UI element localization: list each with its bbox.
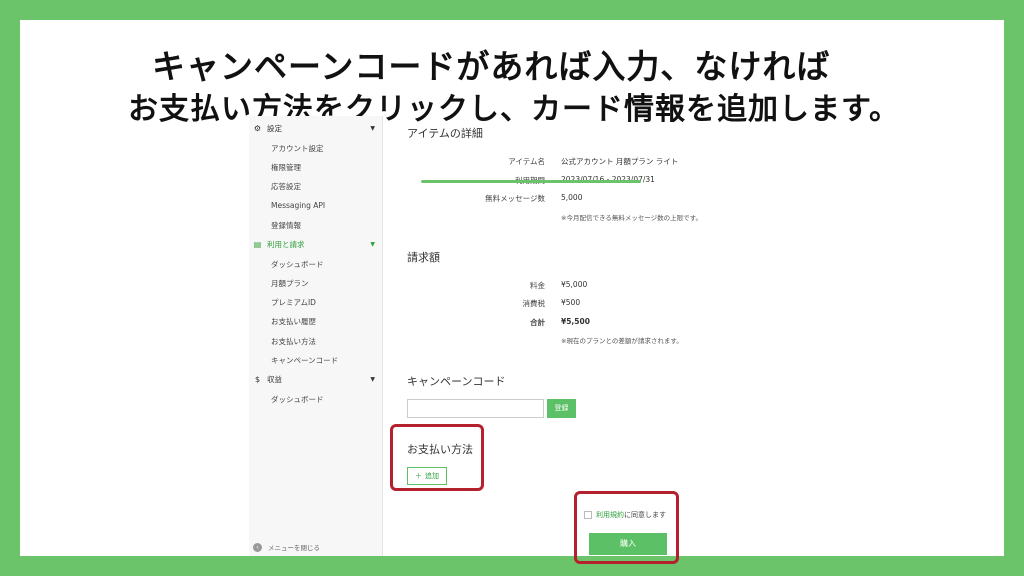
sidebar-item-registration-info[interactable]: 登録情報 [271,220,301,231]
collapse-menu[interactable]: ‹ メニューを閉じる [253,542,320,552]
item-name-value: 公式アカウント 月額プラン ライト [561,157,679,166]
billing-note: ※現在のプランとの差額が請求されます。 [561,337,683,345]
campaign-code-title: キャンペーンコード [407,375,506,388]
billing-amount-title: 請求額 [407,251,440,264]
sidebar-item-monthly-plan[interactable]: 月額プラン [271,278,309,289]
sidebar-section-revenue[interactable]: $ 収益 ▼ [253,374,375,385]
headline-line-1: キャンペーンコードがあれば入力、なければ [152,47,831,86]
free-messages-label: 無料メッセージ数 [485,194,545,203]
free-messages-value: 5,000 [561,193,583,202]
sidebar-item-messaging-api[interactable]: Messaging API [271,201,325,210]
highlight-payment-method [390,424,484,491]
dollar-icon: $ [254,375,261,384]
sidebar-item-permissions[interactable]: 権限管理 [271,162,301,173]
total-label: 合計 [530,318,545,327]
campaign-code-input[interactable] [407,399,544,418]
fee-value: ¥5,000 [561,280,588,289]
gear-icon: ⚙ [253,124,262,133]
chevron-left-icon: ‹ [253,542,262,552]
sidebar-item-campaign-code[interactable]: キャンペーンコード [271,355,338,366]
tax-label: 消費税 [522,299,546,308]
caret-down-icon: ▼ [370,376,375,383]
sidebar: ⚙ 設定 ▼ アカウント設定 権限管理 応答設定 Messaging API 登… [249,116,383,556]
sidebar-section-settings[interactable]: ⚙ 設定 ▼ [253,123,375,134]
sidebar-item-payment-history[interactable]: お支払い履歴 [271,316,316,327]
register-button[interactable]: 登録 [547,399,576,418]
caret-down-icon: ▼ [370,125,375,132]
green-underline [421,180,641,183]
item-name-label: アイテム名 [508,157,545,166]
tax-value: ¥500 [561,298,581,307]
total-value: ¥5,500 [561,317,590,326]
screenshot: ⚙ 設定 ▼ アカウント設定 権限管理 応答設定 Messaging API 登… [249,116,1012,556]
highlight-purchase [574,491,679,564]
sidebar-item-response-settings[interactable]: 応答設定 [271,181,301,192]
sidebar-section-billing[interactable]: ▤ 利用と請求 ▼ [253,239,375,250]
sidebar-item-account-settings[interactable]: アカウント設定 [271,143,324,154]
item-details-title: アイテムの詳細 [407,127,483,140]
free-messages-note: ※今月配信できる無料メッセージ数の上限です。 [561,214,703,222]
fee-label: 料金 [530,281,545,290]
document-icon: ▤ [253,240,262,249]
sidebar-item-payment-method[interactable]: お支払い方法 [271,336,316,347]
sidebar-item-dashboard[interactable]: ダッシュボード [271,259,324,270]
sidebar-item-premium-id[interactable]: プレミアムID [271,297,316,308]
sidebar-item-revenue-dashboard[interactable]: ダッシュボード [271,394,324,405]
caret-down-icon: ▼ [370,241,375,248]
